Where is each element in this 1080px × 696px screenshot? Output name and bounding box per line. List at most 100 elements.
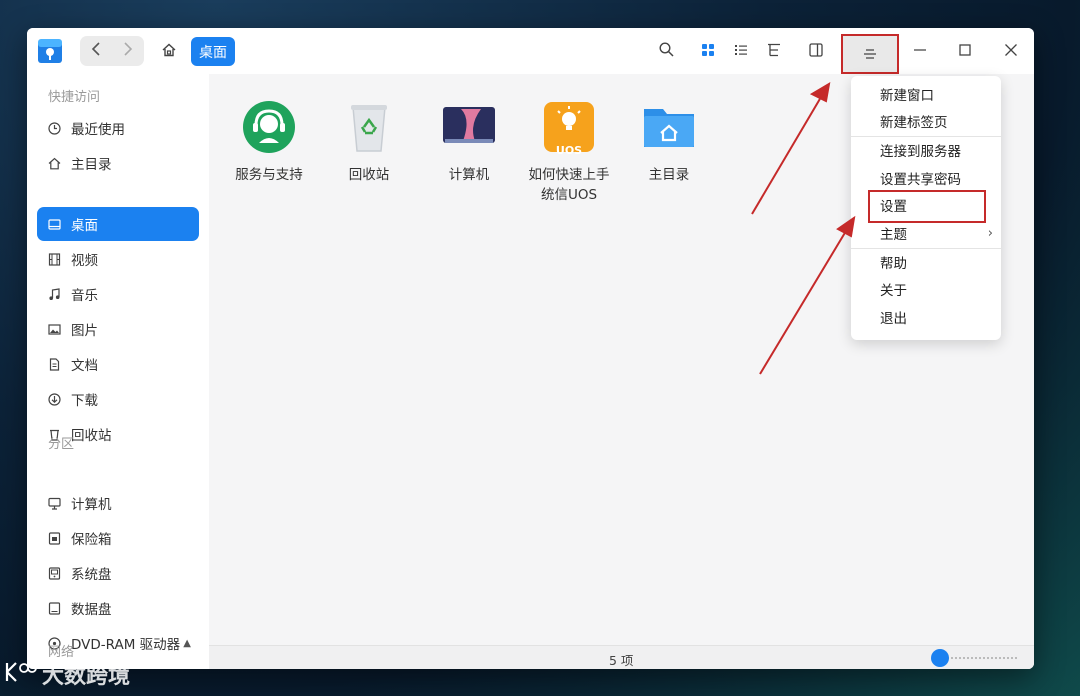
watermark-logo-icon — [4, 661, 38, 687]
menu-item-connect-server[interactable]: 连接到服务器 — [851, 137, 1001, 163]
minimize-button[interactable] — [907, 38, 933, 64]
sidebar: 快捷访问 最近使用 主目录 桌面 视频 音乐 图片 文档 下载 回收站 分区 计… — [27, 74, 209, 669]
breadcrumb-current[interactable]: 桌面 — [191, 37, 235, 66]
file-item-trash[interactable]: 回收站 — [324, 99, 414, 185]
sidebar-item-label: 桌面 — [71, 218, 98, 234]
menu-item-new-window[interactable]: 新建窗口 — [851, 81, 1001, 107]
file-item-support[interactable]: 服务与支持 — [224, 99, 314, 185]
menu-icon — [863, 45, 877, 64]
menu-item-help[interactable]: 帮助 — [851, 249, 1001, 275]
list-view-icon — [734, 42, 748, 61]
download-icon — [47, 392, 61, 406]
disk-icon — [47, 566, 61, 580]
sidebar-item-label: 主目录 — [71, 157, 112, 173]
sidebar-item-music[interactable]: 音乐 — [37, 277, 199, 311]
chevron-right-icon: › — [987, 225, 993, 241]
main-menu-button[interactable] — [841, 34, 899, 74]
sidebar-item-label: 保险箱 — [71, 532, 112, 548]
sidebar-item-label: 音乐 — [71, 288, 98, 304]
clock-icon — [47, 121, 61, 135]
menu-item-theme-label: 主题 — [880, 227, 907, 243]
support-app-icon — [241, 99, 297, 155]
item-count: 5 项 — [609, 653, 634, 668]
sidebar-panel-icon — [809, 42, 823, 61]
icon-view-button[interactable] — [695, 38, 721, 64]
sidebar-item-desktop[interactable]: 桌面 — [37, 207, 199, 241]
menu-item-theme[interactable]: 主题 › — [851, 220, 1001, 246]
nav-buttons — [80, 36, 144, 66]
breadcrumb-home[interactable] — [157, 36, 181, 66]
sidebar-item-recent[interactable]: 最近使用 — [37, 111, 199, 145]
sidebar-item-label: 系统盘 — [71, 567, 112, 583]
back-button[interactable] — [80, 36, 112, 66]
file-label: 服务与支持 — [235, 167, 303, 183]
file-item-uos-guide[interactable]: UOS 如何快速上手 统信UOS — [524, 99, 614, 205]
file-label: 主目录 — [648, 167, 690, 183]
close-button[interactable] — [998, 38, 1024, 64]
menu-item-share-password[interactable]: 设置共享密码 — [851, 165, 1001, 191]
watermark: 大数跨境 — [4, 658, 130, 690]
sidebar-item-label: 最近使用 — [71, 122, 125, 138]
uos-badge: UOS — [555, 144, 583, 157]
sidebar-item-computer[interactable]: 计算机 — [37, 486, 199, 520]
music-icon — [47, 287, 61, 301]
tree-view-button[interactable] — [761, 38, 787, 64]
search-button[interactable] — [653, 38, 679, 64]
file-label: 回收站 — [348, 167, 390, 183]
home-folder-icon — [641, 99, 697, 155]
computer-app-icon — [441, 99, 497, 155]
minimize-icon — [913, 42, 927, 61]
file-label-line2: 统信UOS — [540, 187, 598, 203]
zoom-slider-handle[interactable] — [931, 649, 949, 667]
file-label-line1: 如何快速上手 — [528, 167, 610, 183]
disk-icon — [47, 601, 61, 615]
file-item-home[interactable]: 主目录 — [624, 99, 714, 185]
sidebar-item-label: 计算机 — [71, 497, 112, 513]
forward-button[interactable] — [112, 36, 144, 66]
sidebar-item-vault[interactable]: 保险箱 — [37, 521, 199, 555]
menu-item-quit[interactable]: 退出 — [851, 304, 1001, 330]
sidebar-item-label: 文档 — [71, 358, 98, 374]
file-label: 计算机 — [448, 167, 490, 183]
search-icon — [658, 41, 674, 61]
sidebar-item-downloads[interactable]: 下载 — [37, 382, 199, 416]
grid-view-icon — [701, 42, 715, 61]
settings-highlight-box — [868, 190, 986, 223]
sidebar-item-label: 下载 — [71, 393, 98, 409]
sidebar-item-system-disk[interactable]: 系统盘 — [37, 556, 199, 590]
sidebar-item-data-disk[interactable]: 数据盘 — [37, 591, 199, 625]
uos-guide-icon: UOS — [541, 99, 597, 157]
eject-icon[interactable]: ▲ — [183, 638, 191, 649]
image-icon — [47, 322, 61, 336]
list-view-button[interactable] — [728, 38, 754, 64]
trash-bin-icon — [341, 99, 397, 155]
desktop-icon — [47, 217, 61, 231]
sidebar-item-label: 图片 — [71, 323, 98, 339]
detail-panel-button[interactable] — [803, 38, 829, 64]
menu-item-new-tab[interactable]: 新建标签页 — [851, 108, 1001, 134]
section-quick-access: 快捷访问 — [48, 90, 101, 105]
sidebar-item-home[interactable]: 主目录 — [37, 146, 199, 180]
status-bar: 5 项 — [209, 645, 1034, 669]
maximize-button[interactable] — [952, 38, 978, 64]
sidebar-item-label: DVD-RAM 驱动器 — [71, 637, 181, 653]
home-icon — [162, 42, 176, 61]
document-icon — [47, 357, 61, 371]
close-icon — [1004, 42, 1018, 61]
sidebar-item-documents[interactable]: 文档 — [37, 347, 199, 381]
vault-icon — [47, 531, 61, 545]
tree-view-icon — [767, 42, 781, 61]
computer-icon — [47, 496, 61, 510]
sidebar-item-videos[interactable]: 视频 — [37, 242, 199, 276]
sidebar-item-label: 视频 — [71, 253, 98, 269]
chevron-right-icon — [123, 42, 133, 60]
file-manager-app-icon — [37, 37, 63, 65]
sidebar-item-pictures[interactable]: 图片 — [37, 312, 199, 346]
titlebar: 桌面 — [27, 28, 1034, 74]
file-item-computer[interactable]: 计算机 — [424, 99, 514, 185]
section-partitions: 分区 — [48, 437, 75, 452]
menu-item-about[interactable]: 关于 — [851, 276, 1001, 302]
maximize-icon — [958, 42, 972, 61]
home-icon — [47, 156, 61, 170]
sidebar-item-label: 数据盘 — [71, 602, 112, 618]
